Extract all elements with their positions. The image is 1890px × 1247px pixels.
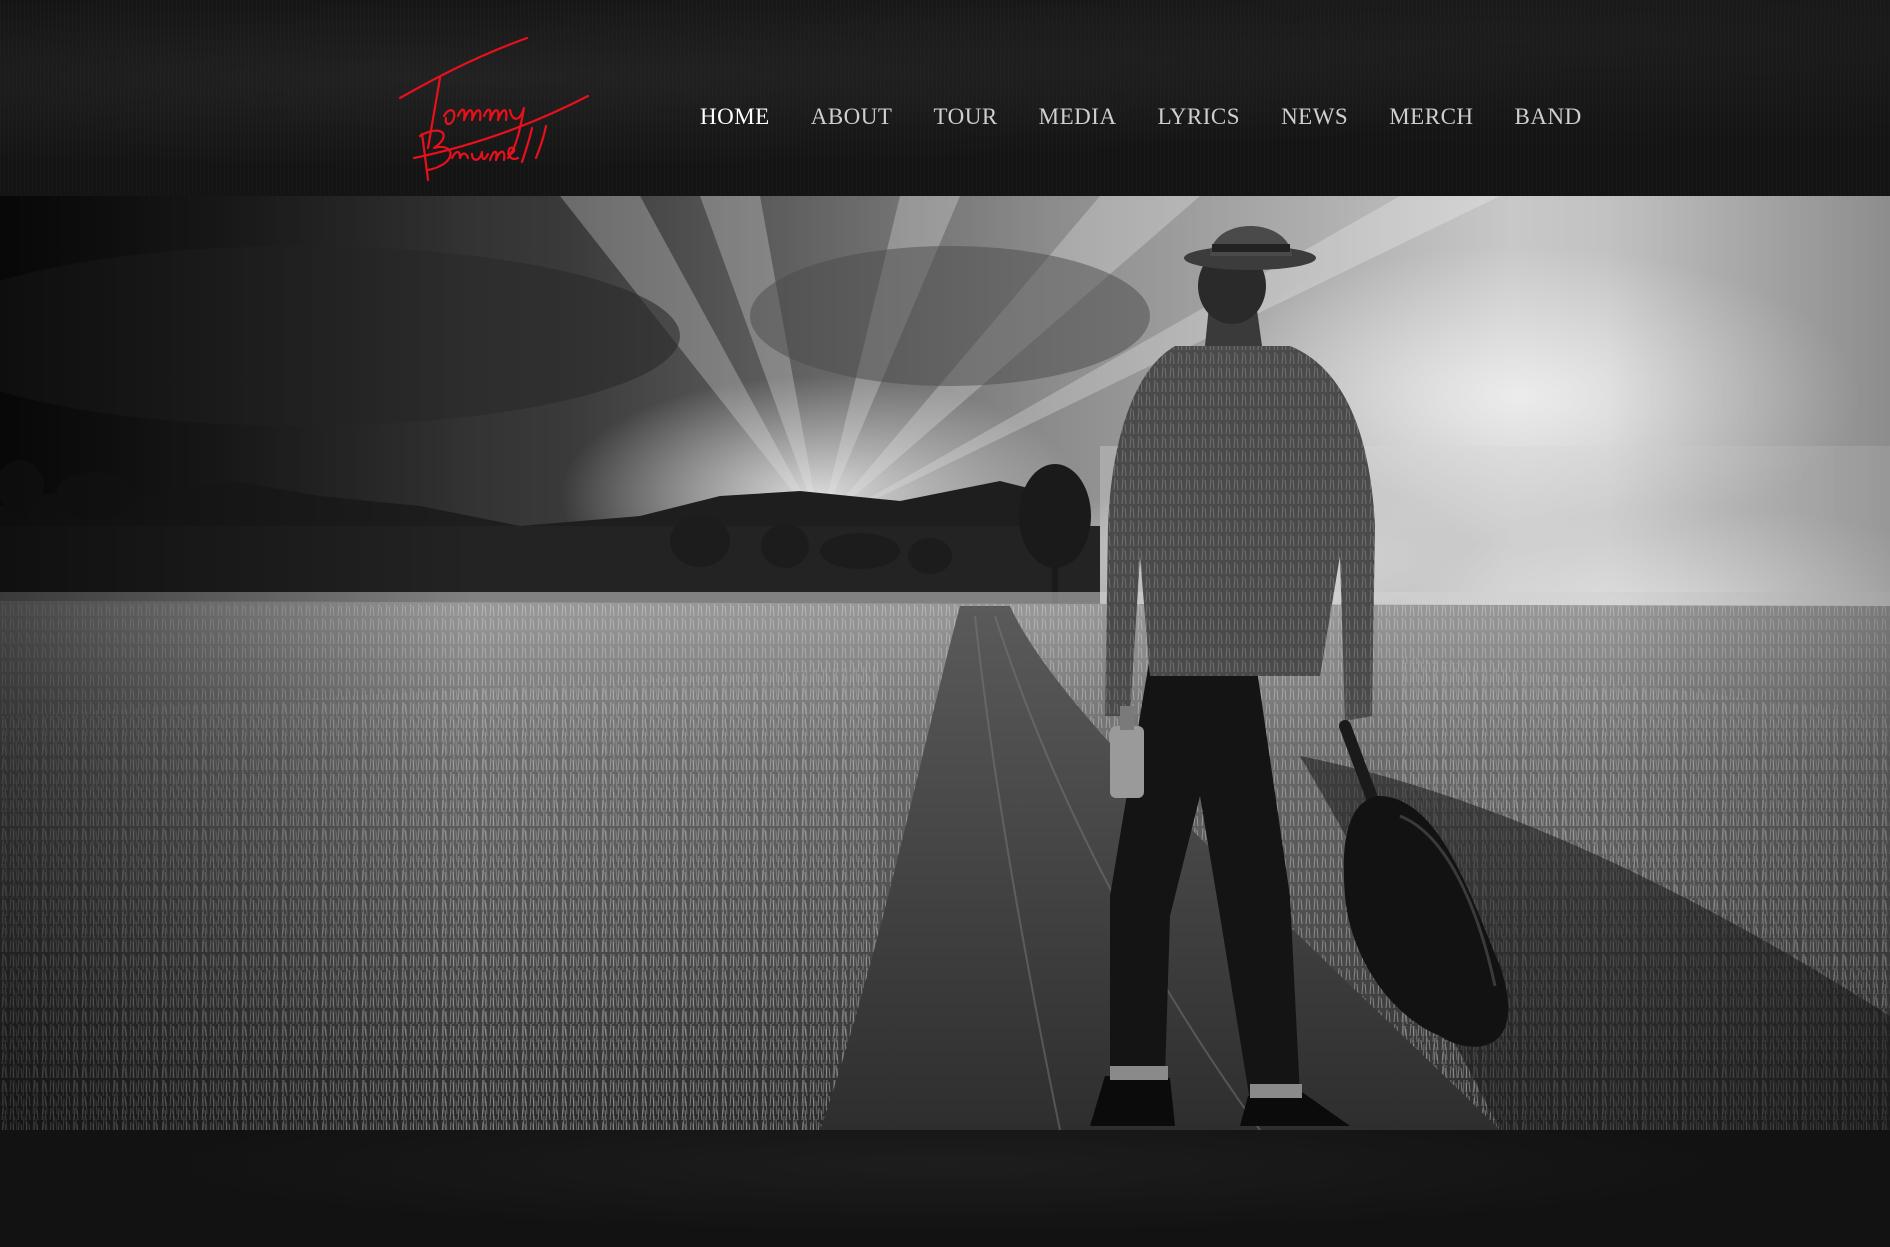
nav-item-tour[interactable]: TOUR xyxy=(933,104,997,130)
nav-item-band[interactable]: BAND xyxy=(1515,104,1582,130)
musician-in-field-photo xyxy=(0,196,1890,1130)
nav-item-about[interactable]: ABOUT xyxy=(811,104,893,130)
signature-logo xyxy=(398,36,590,182)
nav-item-lyrics[interactable]: LYRICS xyxy=(1158,104,1241,130)
nav-item-media[interactable]: MEDIA xyxy=(1039,104,1117,130)
footer-band xyxy=(0,1130,1890,1247)
nav-item-news[interactable]: NEWS xyxy=(1281,104,1348,130)
main-nav: HOME ABOUT TOUR MEDIA LYRICS NEWS MERCH … xyxy=(700,102,1582,132)
nav-item-merch[interactable]: MERCH xyxy=(1389,104,1473,130)
nav-item-home[interactable]: HOME xyxy=(700,104,770,130)
hero-banner xyxy=(0,196,1890,1130)
site-header: HOME ABOUT TOUR MEDIA LYRICS NEWS MERCH … xyxy=(0,0,1890,196)
